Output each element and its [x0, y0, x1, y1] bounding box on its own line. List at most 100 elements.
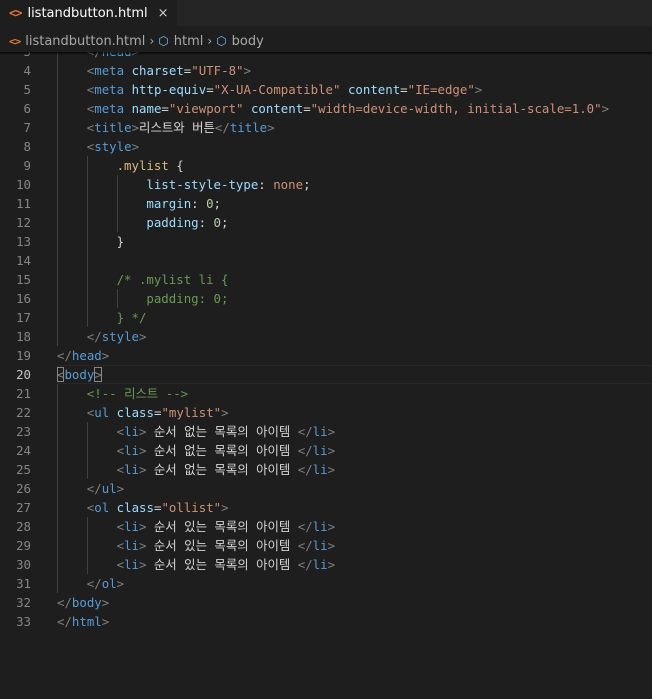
code-line[interactable]: 4 <meta charset="UTF-8">	[0, 61, 652, 80]
code-line[interactable]: 5 <meta http-equiv="X-UA-Compatible" cont…	[0, 80, 652, 99]
code-line[interactable]: 26 </ul>	[0, 479, 652, 498]
code-token: "mylist"	[161, 405, 222, 420]
code-line[interactable]: 21 <!-- 리스트 -->	[0, 384, 652, 403]
code-token: content	[347, 82, 401, 97]
code-line[interactable]: 30 <li> 순서 있는 목록의 아이템 </li>	[0, 555, 652, 574]
line-number: 15	[16, 272, 31, 287]
code-line[interactable]: 17} */	[0, 308, 652, 327]
breadcrumb-file[interactable]: <> listandbutton.html	[9, 34, 145, 49]
code-token: 순서 없는 목록의 아이템	[146, 443, 298, 458]
indent-guide	[57, 99, 58, 118]
code-line[interactable]: 24 <li> 순서 없는 목록의 아이템 </li>	[0, 441, 652, 460]
code-token: "width=device-width, initial-scale=1.0"	[310, 101, 602, 116]
code-text: <title>리스트와 버튼</title>	[87, 118, 275, 137]
code-area: padding: 0;	[57, 289, 652, 308]
code-token: margin	[146, 196, 192, 211]
code-token: li	[124, 424, 139, 439]
code-line[interactable]: 23 <li> 순서 없는 목록의 아이템 </li>	[0, 422, 652, 441]
code-token: "X-UA-Compatible"	[213, 82, 341, 97]
line-number: 25	[16, 462, 31, 477]
code-token: http-equiv	[131, 82, 207, 97]
line-number: 5	[23, 82, 31, 97]
code-line[interactable]: 19 </head>	[0, 346, 652, 365]
code-line[interactable]: 31 </ol>	[0, 574, 652, 593]
line-number: 30	[16, 557, 31, 572]
code-token: body	[71, 595, 102, 610]
code-line[interactable]: 13}	[0, 232, 652, 251]
code-token: padding	[146, 215, 199, 230]
indent-guide	[86, 194, 88, 213]
code-area: <style>	[57, 137, 652, 156]
code-token: charset	[131, 63, 184, 78]
code-line[interactable]: 6 <meta name="viewport" content="width=de…	[0, 99, 652, 118]
code-line[interactable]: 11 margin: 0;	[0, 194, 652, 213]
line-number: 4	[23, 63, 31, 78]
code-token: 순서 있는 목록의 아이템	[146, 519, 298, 534]
indent-guide	[57, 327, 58, 346]
code-token: :	[258, 177, 274, 192]
code-line[interactable]: 32 </body>	[0, 593, 652, 612]
breadcrumb-file-label: listandbutton.html	[25, 33, 146, 49]
code-line[interactable]: 28 <li> 순서 있는 목록의 아이템 </li>	[0, 517, 652, 536]
code-token: >	[101, 348, 110, 363]
code-line[interactable]: 33 </html>	[0, 612, 652, 631]
code-token: </	[297, 443, 313, 458]
code-token: ol	[101, 576, 117, 591]
code-token: </	[57, 348, 72, 363]
indent-guide	[57, 517, 58, 536]
code-line[interactable]: 14	[0, 251, 652, 270]
code-token: >	[101, 595, 110, 610]
code-text: </style>	[87, 327, 147, 346]
code-line[interactable]: 29 <li> 순서 있는 목록의 아이템 </li>	[0, 536, 652, 555]
code-editor[interactable]: 3</head>4<meta charset="UTF-8">5<meta ht…	[0, 52, 652, 699]
code-line[interactable]: 12 padding: 0;	[0, 213, 652, 232]
indent-guide	[86, 289, 88, 308]
breadcrumb-body[interactable]: ⬡ body	[216, 34, 264, 49]
line-number: 28	[16, 519, 31, 534]
code-line[interactable]: 9 .mylist {	[0, 156, 652, 175]
code-token: >	[327, 462, 336, 477]
code-token: name	[131, 101, 162, 116]
code-token: "ollist"	[161, 500, 222, 515]
code-line[interactable]: 18 </style>	[0, 327, 652, 346]
code-token: meta	[94, 101, 125, 116]
code-area: <li> 순서 없는 목록의 아이템 </li>	[57, 460, 652, 479]
code-token: style	[94, 139, 132, 154]
line-number: 32	[16, 595, 31, 610]
indent-guide	[57, 308, 58, 327]
code-text: <ul class="mylist">	[87, 403, 229, 422]
tab-label: listandbutton.html	[27, 5, 148, 21]
code-line[interactable]: 20 <body>	[0, 365, 652, 384]
code-area: }	[57, 232, 652, 251]
code-line[interactable]: 8 <style>	[0, 137, 652, 156]
code-area: <meta charset="UTF-8">	[57, 61, 652, 80]
code-line[interactable]: 22 <ul class="mylist">	[0, 403, 652, 422]
code-token: } */	[116, 310, 147, 325]
indent-guide	[57, 403, 58, 422]
code-area: padding: 0;	[57, 213, 652, 232]
code-token: </	[214, 120, 230, 135]
close-icon[interactable]: ×	[158, 6, 169, 21]
code-token: }	[116, 234, 125, 249]
line-number: 19	[16, 348, 31, 363]
code-line[interactable]: 27 <ol class="ollist">	[0, 498, 652, 517]
code-token: content	[250, 101, 304, 116]
code-line[interactable]: 10 list-style-type: none;	[0, 175, 652, 194]
line-number: 7	[23, 120, 31, 135]
code-token: 순서 있는 목록의 아이템	[146, 557, 298, 572]
code-line[interactable]: 7 <title>리스트와 버튼</title>	[0, 118, 652, 137]
code-text: </html>	[57, 612, 109, 631]
code-token: ol	[94, 500, 110, 515]
code-area: </ol>	[57, 574, 652, 593]
tab-listandbutton-html[interactable]: <> listandbutton.html ×	[0, 0, 178, 26]
indent-guide	[57, 80, 58, 99]
indent-guide	[57, 213, 58, 232]
code-line[interactable]: 25 <li> 순서 없는 목록의 아이템 </li>	[0, 460, 652, 479]
code-token: ul	[101, 481, 117, 496]
line-number: 31	[16, 576, 31, 591]
code-line[interactable]: 16 padding: 0;	[0, 289, 652, 308]
breadcrumb-html[interactable]: ⬡ html	[158, 34, 203, 49]
code-token: ;	[303, 177, 311, 192]
code-line[interactable]: 15 /* .mylist li {	[0, 270, 652, 289]
